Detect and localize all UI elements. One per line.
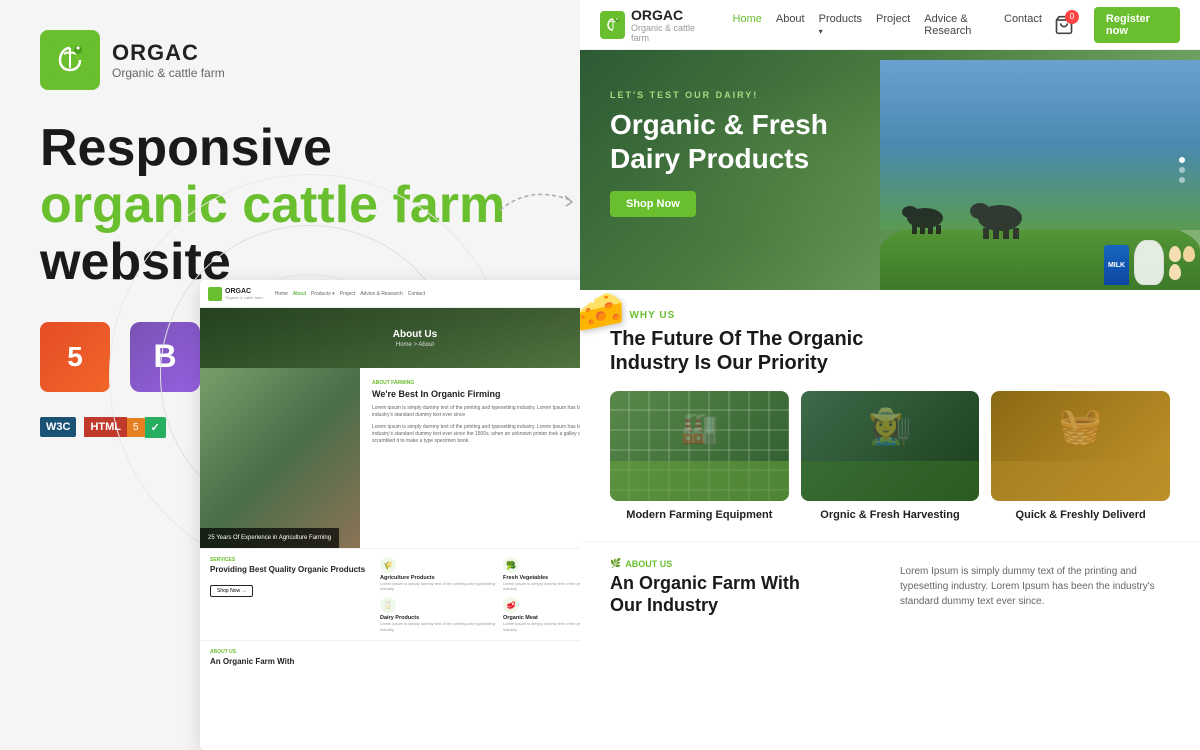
card-harvesting: 👩‍🌾 Orgnic & Fresh Harvesting [801,391,980,521]
html-check: ✓ [145,417,166,438]
why-us-section: 🌿 WHY US The Future Of The OrganicIndust… [580,290,1200,541]
mockup-about-left: 25 Years Of Experience in Agriculture Fa… [200,368,360,548]
hero-title: Organic & FreshDairy Products [610,108,1170,175]
about-us-title: An Organic Farm WithOur Industry [610,573,880,616]
leaf-icon-2: 🌿 [610,558,621,569]
mockup-nav: ORGAC Organic & cattle farm Home About P… [200,280,630,308]
card-delivery-image: 🧺 [991,391,1170,501]
logo-text: ORGAC Organic & cattle farm [112,40,225,80]
service-vegetables-icon: 🥦 [503,557,519,573]
mockup-services-left: SERVICES Providing Best Quality Organic … [210,557,370,632]
card-farming: 🏭 Modern Farming Equipment [610,391,789,521]
left-panel: ORGAC Organic & cattle farm Responsive o… [0,0,620,750]
service-agriculture-desc: Lorem ipsum is simply dummy text of the … [380,581,497,591]
card-farming-label: Modern Farming Equipment [610,509,789,521]
right-nav-project[interactable]: Project [876,13,910,37]
html5-version: 5 [127,418,145,437]
service-agriculture: 🌾 Agriculture Products Lorem ipsum is si… [380,557,497,591]
bootstrap-icon: B [130,322,200,392]
mockup-services-tag: SERVICES [210,557,370,563]
products-dropdown-arrow: ▾ [819,27,823,36]
about-us-tag: 🌿 ABOUT US [610,558,880,569]
mockup-about-us-title: An Organic Farm With [210,657,620,666]
mockup-logo: ORGAC Organic & cattle farm [208,287,263,301]
card-harvesting-image: 👩‍🌾 [801,391,980,501]
right-nav-links: Home About Products ▾ Project Advice & R… [733,13,1042,37]
right-brand: ORGAC [631,7,707,23]
right-nav: ORGAC Organic & cattle farm Home About P… [580,0,1200,50]
right-register-btn[interactable]: Register now [1094,7,1180,43]
mockup-services-title: Providing Best Quality Organic Products [210,565,370,575]
mockup-farmer-img: 25 Years Of Experience in Agriculture Fa… [200,368,360,548]
right-about-us: 🌿 ABOUT US An Organic Farm WithOur Indus… [580,541,1200,632]
about-us-left: 🌿 ABOUT US An Organic Farm WithOur Indus… [610,558,880,616]
mockup-nav-contact[interactable]: Contact [408,291,425,297]
about-us-desc: Lorem Ipsum is simply dummy text of the … [900,564,1170,609]
mockup-tagline: Organic & cattle farm [225,295,263,300]
service-agriculture-icon: 🌾 [380,557,396,573]
hero-tag: LET'S TEST OUR DAIRY! [610,90,1170,100]
right-logo: ORGAC Organic & cattle farm [600,7,707,43]
service-dairy: 🥛 Dairy Products Lorem ipsum is simply d… [380,597,497,631]
mockup-farmer-overlay: 25 Years Of Experience in Agriculture Fa… [200,528,339,548]
mockup-hero-title: About Us [393,329,437,340]
about-us-right: Lorem Ipsum is simply dummy text of the … [900,558,1170,616]
right-nav-contact[interactable]: Contact [1004,13,1042,37]
mockup-nav-links: Home About Products ▾ Project Advice & R… [275,291,425,297]
mockup-about-us-tag: ABOUT US [210,649,620,655]
right-nav-products[interactable]: Products ▾ [819,13,862,37]
service-meat-icon: 🥩 [503,597,519,613]
mockup-hero: About Us Home > About [200,308,630,368]
service-dairy-desc: Lorem ipsum is simply dummy text of the … [380,621,497,631]
heading-green: organic cattle farm [40,176,505,234]
right-panel: ORGAC Organic & cattle farm Home About P… [580,0,1200,750]
heading-line1: Responsive [40,120,580,177]
right-nav-about[interactable]: About [776,13,805,37]
html5-icon: 5 [40,322,110,392]
mockup-nav-home[interactable]: Home [275,291,288,297]
right-tagline: Organic & cattle farm [631,23,707,43]
right-hero: MILK LET'S TEST OUR DAIRY! [580,50,1200,290]
farmer-overlay-text: 25 Years Of Experience in Agriculture Fa… [208,534,331,542]
card-farming-image: 🏭 [610,391,789,501]
cart-badge: 0 [1065,10,1079,24]
why-us-tag: 🌿 WHY US [610,310,1170,321]
logo-icon [40,30,100,90]
mockup-nav-advice[interactable]: Advice & Research [360,291,403,297]
card-harvesting-label: Orgnic & Fresh Harvesting [801,509,980,521]
mockup-nav-products[interactable]: Products ▾ [311,291,335,297]
mockup-nav-about[interactable]: About [293,291,306,297]
mockup-hero-breadcrumb: Home > About [393,342,437,348]
brand-name: ORGAC [112,40,225,66]
right-nav-home[interactable]: Home [733,13,762,37]
egg-3 [1169,264,1181,280]
mockup-shop-btn[interactable]: Shop Now → [210,585,253,597]
cheese-decoration: 🧀 [580,288,625,335]
card-delivery: 🧺 Quick & Freshly Deliverd [991,391,1170,521]
html-valid-box: HTML 5 ✓ [84,417,165,438]
why-us-title: The Future Of The OrganicIndustry Is Our… [610,327,1170,375]
logo-area: ORGAC Organic & cattle farm [40,30,580,90]
right-logo-icon [600,11,625,39]
right-nav-advice[interactable]: Advice & Research [924,13,990,37]
mockup-logo-icon [208,287,222,301]
card-delivery-label: Quick & Freshly Deliverd [991,509,1170,521]
mockup-about-section: 25 Years Of Experience in Agriculture Fa… [200,368,630,548]
mockup-about-us: ABOUT US An Organic Farm With [200,640,630,674]
w3c-badge: W3C [40,417,76,437]
w3c-box: W3C [40,417,76,437]
cards-grid: 🏭 Modern Farming Equipment 👩‍🌾 Orgnic & … [610,391,1170,521]
mockup-brand: ORGAC [225,288,263,295]
hero-content: LET'S TEST OUR DAIRY! Organic & FreshDai… [580,50,1200,257]
hero-shop-btn[interactable]: Shop Now [610,191,696,217]
website-mockup: ORGAC Organic & cattle farm Home About P… [200,280,630,750]
mockup-services: SERVICES Providing Best Quality Organic … [200,548,630,640]
mockup-nav-project[interactable]: Project [340,291,356,297]
html-box: HTML [84,417,127,437]
cart-icon-wrap[interactable]: 0 [1054,15,1074,35]
service-dairy-icon: 🥛 [380,597,396,613]
arrow-decoration [490,180,590,228]
brand-tagline: Organic & cattle farm [112,66,225,80]
